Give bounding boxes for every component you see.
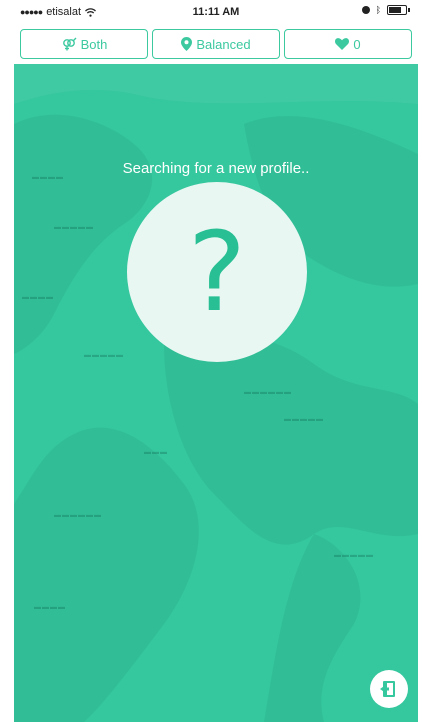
map-decor-mark: ▬▬▬▬▬: [54, 224, 94, 231]
map-decor-mark: ▬▬▬▬: [22, 294, 54, 301]
map-background: ▬▬▬▬ ▬▬▬▬▬ ▬▬▬▬ ▬▬▬▬▬ ▬▬▬▬▬▬ ▬▬▬▬▬ ▬▬▬ ▬…: [14, 64, 418, 722]
battery-nub: [408, 8, 410, 12]
status-time: 11:11 AM: [192, 6, 240, 18]
gender-filter-button[interactable]: Both: [20, 29, 148, 59]
gender-both-icon: [62, 37, 77, 51]
exit-button[interactable]: [370, 670, 408, 708]
exit-door-icon: [380, 681, 395, 697]
app-screen: ●●●●● etisalat 11:11 AM ᛒ Both Balanced …: [14, 0, 418, 722]
likes-button[interactable]: 0: [284, 29, 412, 59]
mode-filter-label: Balanced: [196, 36, 251, 52]
battery-icon: [387, 5, 407, 15]
status-bar: ●●●●● etisalat 11:11 AM ᛒ: [14, 0, 418, 24]
profile-placeholder-circle: ?: [127, 182, 307, 362]
map-decor-mark: ▬▬▬▬▬: [84, 352, 124, 359]
map-decor-mark: ▬▬▬▬▬: [334, 552, 374, 559]
map-decor-mark: ▬▬▬▬▬▬: [54, 512, 102, 519]
map-decor-mark: ▬▬▬: [144, 449, 168, 456]
orientation-lock-icon: [361, 6, 370, 14]
map-pin-icon: [181, 37, 193, 51]
mode-filter-button[interactable]: Balanced: [152, 29, 280, 59]
likes-count: 0: [353, 36, 361, 52]
bluetooth-icon: ᛒ: [375, 5, 381, 15]
map-decor-mark: ▬▬▬▬▬▬: [244, 389, 292, 396]
status-right: ᛒ: [361, 5, 410, 15]
question-mark-icon: ?: [187, 208, 247, 336]
map-decor-mark: ▬▬▬▬: [34, 604, 66, 611]
map-decor-mark: ▬▬▬▬▬: [284, 416, 324, 423]
heart-icon: [335, 38, 350, 50]
search-status-text: Searching for a new profile..: [122, 160, 310, 177]
gender-filter-label: Both: [80, 36, 108, 52]
filter-bar: Both Balanced 0: [14, 26, 418, 62]
